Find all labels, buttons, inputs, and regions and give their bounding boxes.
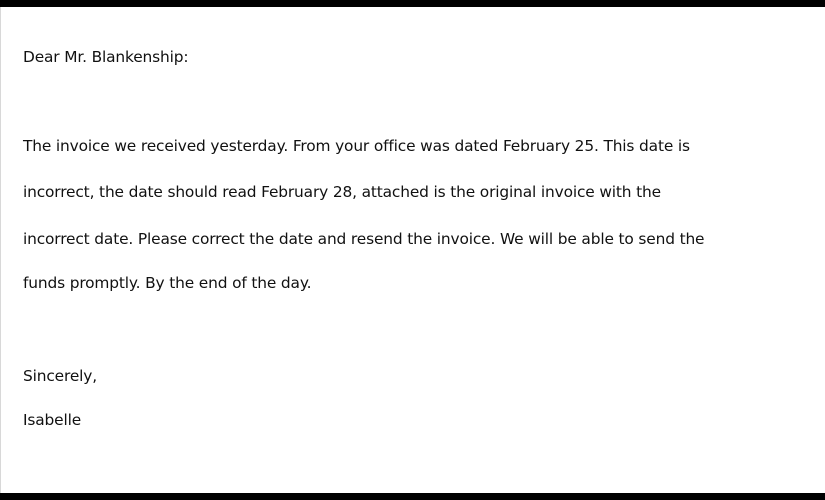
letter-body-line-3: incorrect date. Please correct the date … [23,230,705,248]
letter-greeting: Dear Mr. Blankenship: [23,48,189,66]
letter-signature: Isabelle [23,411,82,429]
letter-body-line-1: The invoice we received yesterday. From … [23,137,690,155]
letter-closing: Sincerely, [23,367,97,385]
letter-page: Dear Mr. Blankenship: The invoice we rec… [0,7,825,493]
letter-body-line-4: funds promptly. By the end of the day. [23,274,312,292]
letter-body-line-2: incorrect, the date should read February… [23,183,661,201]
